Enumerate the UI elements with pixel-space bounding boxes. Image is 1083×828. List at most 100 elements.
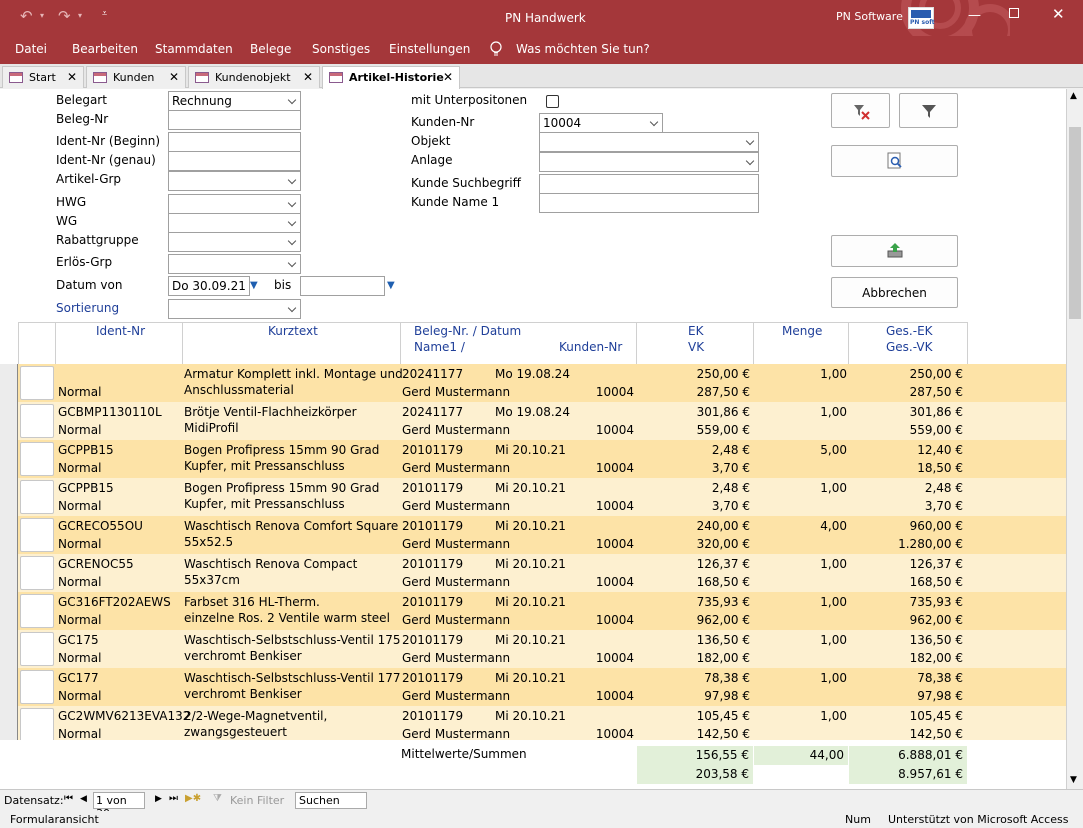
- close-tab-icon[interactable]: ✕: [169, 70, 179, 84]
- record-selector[interactable]: [20, 442, 54, 476]
- record-selector[interactable]: [20, 366, 54, 400]
- current-record-field[interactable]: 1 von 30: [93, 792, 145, 820]
- table-row[interactable]: GCPPB15 Normal Bogen Profipress 15mm 90 Gr…: [0, 478, 1066, 516]
- header-beleg[interactable]: Beleg-Nr. / Datum: [414, 323, 521, 339]
- erloesgrp-select[interactable]: [168, 254, 301, 274]
- scroll-up-icon[interactable]: ▲: [1070, 91, 1077, 101]
- vertical-scrollbar[interactable]: ▲ ▼: [1066, 89, 1083, 789]
- clear-filter-button[interactable]: [831, 93, 890, 128]
- cell-kunden-nr: 10004: [595, 651, 634, 665]
- record-selector[interactable]: [20, 404, 54, 438]
- cell-datum: Mi 20.10.21: [495, 671, 566, 685]
- table-row[interactable]: GC2WMV6213EVA132 Normal 2/2-Wege-Magnetven…: [0, 706, 1066, 744]
- table-row[interactable]: GCRENOC55 Normal Waschtisch Renova Compact…: [0, 554, 1066, 592]
- undo-icon[interactable]: ↶: [20, 7, 33, 25]
- preview-button[interactable]: [831, 145, 958, 177]
- mit-unterpos-checkbox[interactable]: [546, 95, 559, 108]
- cell-type: Normal: [58, 385, 102, 399]
- anlage-select[interactable]: [539, 152, 759, 172]
- header-ek[interactable]: EK: [688, 323, 703, 339]
- table-row[interactable]: GC316FT202AEWS Normal Farbset 316 HL-Therm…: [0, 592, 1066, 630]
- table-row[interactable]: GCPPB15 Normal Bogen Profipress 15mm 90 Gr…: [0, 440, 1066, 478]
- record-selector[interactable]: [20, 632, 54, 666]
- maximize-icon[interactable]: [1009, 8, 1019, 18]
- cell-kurztext-line2: zwangsgesteuert: [184, 725, 287, 739]
- header-vk[interactable]: VK: [688, 339, 704, 355]
- menu-belege[interactable]: Belege: [250, 42, 291, 56]
- header-ges-ek[interactable]: Ges.-EK: [886, 323, 933, 339]
- record-selector[interactable]: [20, 556, 54, 590]
- table-row[interactable]: Normal Armatur Komplett inkl. Montage und…: [0, 364, 1066, 402]
- header-menge[interactable]: Menge: [782, 323, 822, 339]
- record-selector[interactable]: [20, 480, 54, 514]
- menu-sonstiges[interactable]: Sonstiges: [312, 42, 370, 56]
- header-ident[interactable]: Ident-Nr: [96, 323, 145, 339]
- header-name1[interactable]: Name1 /: [414, 339, 465, 355]
- customize-toolbar-icon[interactable]: ⩡: [102, 9, 107, 19]
- close-tab-icon[interactable]: ✕: [67, 70, 77, 84]
- menu-datei[interactable]: Datei: [15, 42, 47, 56]
- next-record-icon[interactable]: ▶: [155, 794, 162, 804]
- minimize-icon[interactable]: —: [968, 8, 981, 23]
- cell-kurztext-line1: Brötje Ventil-Flachheizkörper: [184, 405, 357, 419]
- objekt-select[interactable]: [539, 132, 759, 152]
- table-row[interactable]: GC177 Normal Waschtisch-Selbstschluss-Vent…: [0, 668, 1066, 706]
- menu-bearbeiten[interactable]: Bearbeiten: [72, 42, 138, 56]
- record-selector[interactable]: [20, 594, 54, 628]
- tell-me-search[interactable]: Was möchten Sie tun?: [516, 42, 650, 56]
- ident-genau-field[interactable]: [168, 151, 301, 171]
- record-selector[interactable]: [20, 518, 54, 552]
- new-record-icon[interactable]: ▶✱: [185, 793, 201, 804]
- record-selector[interactable]: [20, 670, 54, 704]
- redo-dropdown-icon[interactable]: ▾: [78, 11, 82, 20]
- previous-record-icon[interactable]: ◀: [80, 794, 87, 804]
- ident-beginn-field[interactable]: [168, 132, 301, 152]
- menu-stammdaten[interactable]: Stammdaten: [155, 42, 233, 56]
- hwg-select[interactable]: [168, 194, 301, 214]
- no-filter-indicator[interactable]: Kein Filter: [230, 794, 284, 807]
- cell-ges-ek: 78,38 €: [917, 671, 963, 685]
- scroll-down-icon[interactable]: ▼: [1070, 775, 1077, 785]
- kunde-name-field[interactable]: [539, 193, 759, 213]
- datum-von-field[interactable]: Do 30.09.21: [168, 276, 250, 296]
- scroll-thumb[interactable]: [1069, 127, 1081, 319]
- artikelgrp-select[interactable]: [168, 171, 301, 191]
- close-tab-icon[interactable]: ✕: [303, 70, 313, 84]
- kunde-suchbegriff-field[interactable]: [539, 174, 759, 194]
- header-ges-vk[interactable]: Ges.-VK: [886, 339, 932, 355]
- menu-einstellungen[interactable]: Einstellungen: [389, 42, 470, 56]
- tab-kundenobjekt[interactable]: Kundenobjekt ✕: [188, 66, 320, 88]
- abbrechen-button[interactable]: Abbrechen: [831, 277, 958, 308]
- close-tab-icon[interactable]: ✕: [443, 70, 453, 84]
- tab-start[interactable]: Start ✕: [2, 66, 84, 88]
- table-row[interactable]: GC175 Normal Waschtisch-Selbstschluss-Vent…: [0, 630, 1066, 668]
- header-kundennr[interactable]: Kunden-Nr: [559, 339, 622, 355]
- first-record-icon[interactable]: ⏮: [64, 793, 73, 804]
- datum-bis-field[interactable]: [300, 276, 385, 296]
- redo-icon[interactable]: ↷: [58, 7, 71, 25]
- belegnr-field[interactable]: [168, 110, 301, 130]
- kundennr-select[interactable]: 10004: [539, 113, 663, 133]
- table-row[interactable]: GCBMP1130110L Normal Brötje Ventil-Flachhe…: [0, 402, 1066, 440]
- record-search-input[interactable]: Suchen: [295, 792, 367, 809]
- tab-kunden[interactable]: Kunden ✕: [86, 66, 186, 88]
- export-button[interactable]: [831, 235, 958, 267]
- cell-ges-vk: 287,50 €: [909, 385, 963, 399]
- record-selector[interactable]: [20, 708, 54, 742]
- cell-kurztext-line2: 55x37cm: [184, 573, 240, 587]
- undo-dropdown-icon[interactable]: ▾: [40, 11, 44, 20]
- cell-ek: 301,86 €: [696, 405, 750, 419]
- belegart-select[interactable]: Rechnung: [168, 91, 301, 111]
- last-record-icon[interactable]: ⏭: [169, 793, 178, 804]
- calendar-dropdown-icon[interactable]: ▼: [250, 280, 258, 291]
- sortierung-select[interactable]: [168, 299, 301, 319]
- apply-filter-button[interactable]: [899, 93, 958, 128]
- close-window-icon[interactable]: ✕: [1052, 5, 1065, 23]
- tab-artikel-historie[interactable]: Artikel-Historie ✕: [322, 66, 460, 89]
- calendar-dropdown-icon[interactable]: ▼: [387, 280, 395, 291]
- cell-menge: 1,00: [820, 671, 847, 685]
- table-row[interactable]: GCRECO55OU Normal Waschtisch Renova Comfor…: [0, 516, 1066, 554]
- wg-select[interactable]: [168, 213, 301, 233]
- rabattgruppe-select[interactable]: [168, 232, 301, 252]
- header-kurztext[interactable]: Kurztext: [268, 323, 318, 339]
